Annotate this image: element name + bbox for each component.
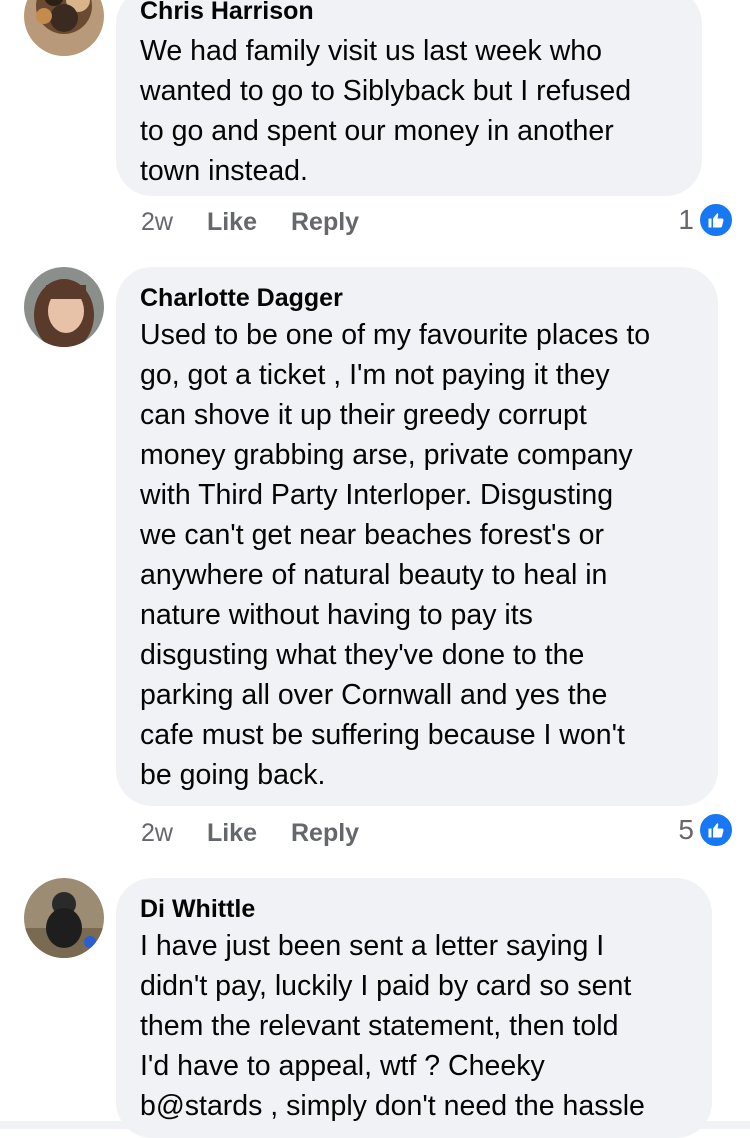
avatar[interactable] [24, 0, 104, 56]
comment-actions: 2w Like Reply [141, 204, 393, 240]
comment-bubble: Chris Harrison We had family visit us la… [116, 0, 702, 196]
comment-timestamp[interactable]: 2w [141, 208, 173, 237]
comment-text: We had family visit us last week who wan… [140, 35, 632, 187]
comment-author[interactable]: Chris Harrison [140, 0, 678, 26]
reaction-count: 1 [678, 204, 694, 235]
avatar[interactable] [24, 878, 104, 958]
like-button[interactable]: Like [207, 819, 257, 848]
reaction-summary[interactable]: 1 [678, 202, 734, 238]
comment-author[interactable]: Charlotte Dagger [140, 283, 694, 313]
thumbs-up-icon [698, 812, 734, 848]
comment-actions: 2w Like Reply [141, 815, 393, 851]
comment-text: Used to be one of my favourite places to… [140, 319, 651, 791]
comment-author[interactable]: Di Whittle [140, 894, 688, 924]
thumbs-up-icon [698, 202, 734, 238]
comment-text: I have just been sent a letter saying I … [140, 930, 645, 1122]
like-button[interactable]: Like [207, 208, 257, 237]
reaction-summary[interactable]: 5 [678, 812, 734, 848]
reply-button[interactable]: Reply [291, 819, 359, 848]
reaction-count: 5 [678, 814, 694, 845]
avatar[interactable] [24, 267, 104, 347]
comment-bubble: Di Whittle I have just been sent a lette… [116, 878, 712, 1138]
comment-bubble: Charlotte Dagger Used to be one of my fa… [116, 267, 718, 806]
reply-button[interactable]: Reply [291, 208, 359, 237]
bottom-edge [0, 1121, 750, 1129]
comment-timestamp[interactable]: 2w [141, 819, 173, 848]
